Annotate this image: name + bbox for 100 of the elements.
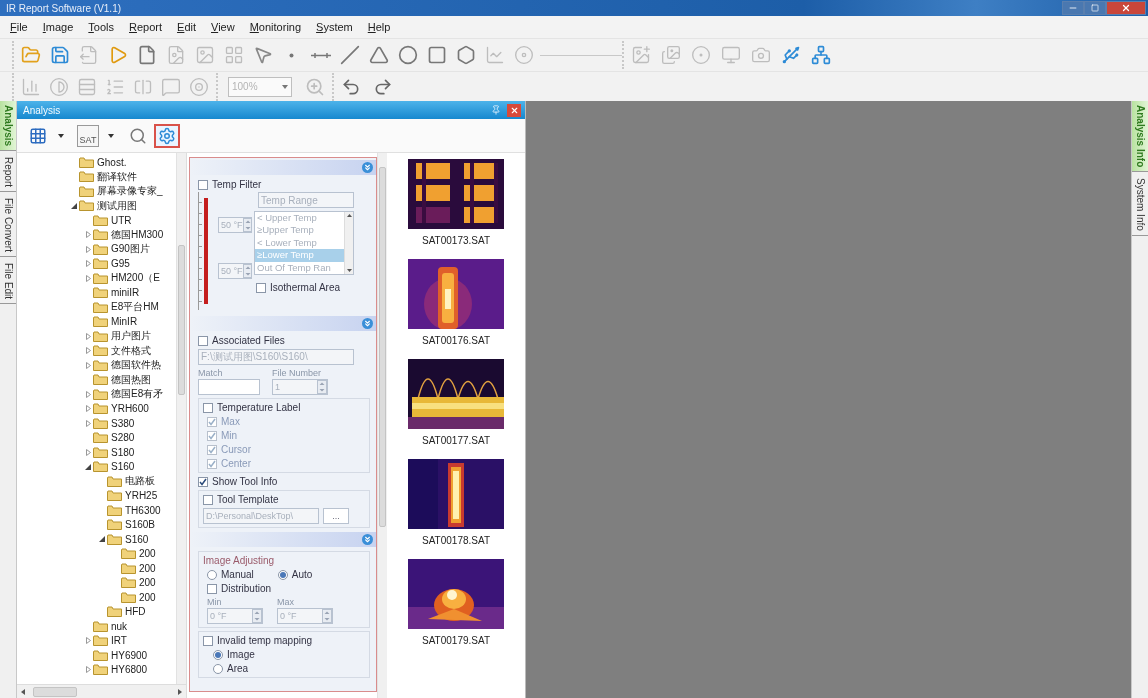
- tree-item[interactable]: 电路板: [17, 474, 176, 489]
- close-button[interactable]: [1106, 1, 1146, 15]
- radio-button[interactable]: [213, 663, 223, 674]
- tool-button[interactable]: SAT: [75, 123, 101, 148]
- file-name[interactable]: SAT00179.SAT: [422, 635, 490, 646]
- tree-item[interactable]: YRH600: [17, 401, 176, 416]
- radio-button[interactable]: [213, 649, 223, 660]
- tree-item[interactable]: 文件格式: [17, 343, 176, 358]
- scrollbar[interactable]: [176, 153, 186, 684]
- scroll-arrow-icon[interactable]: [21, 688, 25, 695]
- collapsed-icon[interactable]: [85, 419, 91, 427]
- expanded-icon[interactable]: [71, 202, 77, 209]
- tree-item[interactable]: miniIR: [17, 285, 176, 300]
- scrollbar[interactable]: [17, 684, 186, 698]
- tree-item[interactable]: S160B: [17, 517, 176, 532]
- menu-item[interactable]: Tools: [88, 21, 115, 33]
- tree-item[interactable]: UTR: [17, 213, 176, 228]
- menu-item[interactable]: Image: [42, 21, 74, 33]
- menu-item[interactable]: File: [10, 21, 28, 33]
- tree-item[interactable]: 德国热图: [17, 372, 176, 387]
- checkbox[interactable]: [203, 494, 213, 505]
- checkbox[interactable]: [207, 583, 217, 594]
- menu-item[interactable]: System: [316, 21, 353, 33]
- tree-item[interactable]: S380: [17, 416, 176, 431]
- tree-item[interactable]: 200: [17, 575, 176, 590]
- minimize-button[interactable]: [1062, 1, 1084, 15]
- browse-button[interactable]: ...: [323, 508, 349, 524]
- expanded-icon[interactable]: [85, 463, 91, 470]
- scroll-arrow-icon[interactable]: [346, 269, 352, 272]
- menu-item[interactable]: Edit: [177, 21, 197, 33]
- tree-item[interactable]: 翻译软件: [17, 169, 176, 184]
- radio-button[interactable]: [207, 569, 217, 580]
- checkbox[interactable]: [203, 402, 213, 413]
- collapsed-icon[interactable]: [85, 448, 91, 456]
- collapsed-icon[interactable]: [85, 274, 91, 282]
- collapse-button[interactable]: [362, 534, 373, 545]
- tree-item[interactable]: S180: [17, 445, 176, 460]
- file-name[interactable]: SAT00176.SAT: [422, 335, 490, 346]
- tree-item[interactable]: 德国软件热: [17, 358, 176, 373]
- tree-item[interactable]: G90图片: [17, 242, 176, 257]
- tree-item[interactable]: 测试用图: [17, 198, 176, 213]
- file-name[interactable]: SAT00177.SAT: [422, 435, 490, 446]
- tree-item[interactable]: 200: [17, 546, 176, 561]
- tree-item[interactable]: S160: [17, 532, 176, 547]
- checkbox[interactable]: [198, 335, 208, 346]
- checkbox[interactable]: [256, 282, 266, 293]
- collapse-button[interactable]: [362, 318, 373, 329]
- tree-item[interactable]: 屏幕录像专家_: [17, 184, 176, 199]
- collapsed-icon[interactable]: [85, 637, 91, 645]
- tree-item[interactable]: YRH25: [17, 488, 176, 503]
- menu-item[interactable]: Report: [129, 21, 163, 33]
- menu-item[interactable]: View: [211, 21, 235, 33]
- collapsed-icon[interactable]: [85, 347, 91, 355]
- menu-item[interactable]: Help: [367, 21, 391, 33]
- expanded-icon[interactable]: [99, 536, 105, 543]
- tree-item[interactable]: HM200（E: [17, 271, 176, 286]
- tree-item[interactable]: Ghost.: [17, 155, 176, 170]
- tree-item[interactable]: MinIR: [17, 314, 176, 329]
- radio-button[interactable]: [277, 569, 288, 580]
- file-name[interactable]: SAT00178.SAT: [422, 535, 490, 546]
- tree-item[interactable]: HFD: [17, 604, 176, 619]
- tree-item[interactable]: 德国HM300: [17, 227, 176, 242]
- collapsed-icon[interactable]: [85, 405, 91, 413]
- checkbox[interactable]: [198, 476, 208, 487]
- close-button[interactable]: [507, 103, 521, 117]
- scroll-arrow-icon[interactable]: [178, 688, 182, 695]
- caret-icon[interactable]: [108, 133, 114, 138]
- menu-item[interactable]: Monitoring: [249, 21, 302, 33]
- scrollbar[interactable]: [344, 212, 353, 274]
- file-name[interactable]: SAT00173.SAT: [422, 235, 490, 246]
- tool-button[interactable]: [154, 123, 180, 148]
- tree-item[interactable]: nuk: [17, 619, 176, 634]
- tree-item[interactable]: S160: [17, 459, 176, 474]
- tree-item[interactable]: 200: [17, 590, 176, 605]
- collapse-button[interactable]: [362, 162, 373, 173]
- side-tab[interactable]: Analysis Info: [1132, 101, 1148, 173]
- maximize-button[interactable]: [1084, 1, 1106, 15]
- scroll-arrow-icon[interactable]: [346, 214, 352, 217]
- tree-item[interactable]: TH6300: [17, 503, 176, 518]
- tree-item[interactable]: 用户图片: [17, 329, 176, 344]
- tree-item[interactable]: S280: [17, 430, 176, 445]
- match-field[interactable]: [198, 379, 260, 395]
- tree-item[interactable]: 200: [17, 561, 176, 576]
- tree-item[interactable]: IRT: [17, 633, 176, 648]
- collapsed-icon[interactable]: [85, 260, 91, 268]
- checkbox[interactable]: [203, 635, 213, 646]
- collapsed-icon[interactable]: [85, 390, 91, 398]
- collapsed-icon[interactable]: [85, 231, 91, 239]
- caret-icon[interactable]: [58, 133, 64, 138]
- tree-item[interactable]: HY6800: [17, 662, 176, 677]
- tree-item[interactable]: E8平台HM: [17, 300, 176, 315]
- collapsed-icon[interactable]: [85, 361, 91, 369]
- collapsed-icon[interactable]: [85, 332, 91, 340]
- collapsed-icon[interactable]: [85, 245, 91, 253]
- checkbox[interactable]: [198, 179, 208, 190]
- pin-icon[interactable]: [491, 105, 501, 115]
- tree-item[interactable]: HY6900: [17, 648, 176, 663]
- tree-item[interactable]: G95: [17, 256, 176, 271]
- tree-item[interactable]: 德国E8有矛: [17, 387, 176, 402]
- side-tab[interactable]: Analysis: [0, 101, 16, 152]
